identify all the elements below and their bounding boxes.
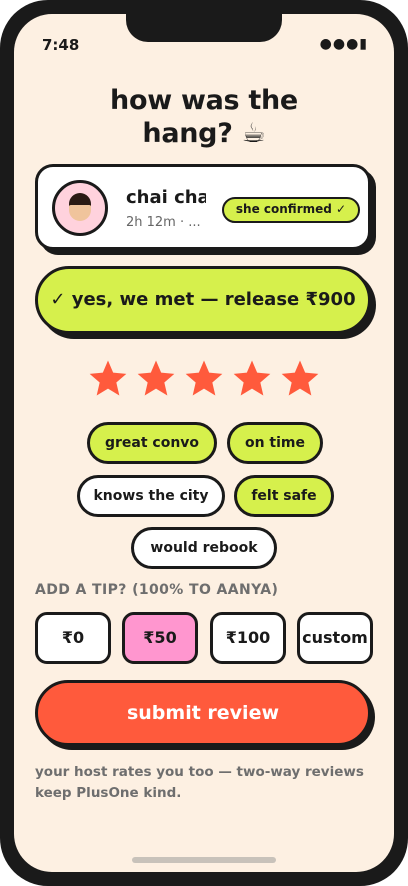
tip-option-custom[interactable]: custom xyxy=(297,612,373,664)
star-icon[interactable] xyxy=(184,358,224,398)
title-line-2: hang? ☕ xyxy=(142,118,266,149)
screen: 7:48 ●●●▮ how was the hang? ☕ chai cha 2… xyxy=(14,14,394,872)
tag-chip-knows-the-city[interactable]: knows the city xyxy=(77,475,225,517)
tag-chip-would-rebook[interactable]: would rebook xyxy=(131,527,277,569)
tip-option-50[interactable]: ₹50 xyxy=(122,612,198,664)
release-payment-button[interactable]: ✓ yes, we met — release ₹900 xyxy=(35,266,371,334)
home-indicator[interactable] xyxy=(132,857,276,863)
star-icon[interactable] xyxy=(136,358,176,398)
status-time: 7:48 xyxy=(42,36,80,54)
tag-chip-on-time[interactable]: on time xyxy=(227,422,323,464)
notch xyxy=(126,14,282,42)
host-card[interactable]: chai cha 2h 12m · ... she confirmed ✓ xyxy=(35,164,371,250)
host-meta: 2h 12m · ... xyxy=(126,215,201,230)
avatar-face xyxy=(69,205,91,221)
phone-frame: 7:48 ●●●▮ how was the hang? ☕ chai cha 2… xyxy=(0,0,408,886)
tip-option-0[interactable]: ₹0 xyxy=(35,612,111,664)
footnote: your host rates you too — two-way review… xyxy=(35,764,364,801)
host-name: chai cha xyxy=(126,187,206,208)
page-title: how was the hang? ☕ xyxy=(14,84,394,150)
star-icon[interactable] xyxy=(88,358,128,398)
avatar xyxy=(52,180,108,236)
tip-heading: ADD A TIP? (100% TO AANYA) xyxy=(35,582,279,598)
tag-chip-felt-safe[interactable]: felt safe xyxy=(234,475,334,517)
title-line-1: how was the xyxy=(110,85,298,116)
star-icon[interactable] xyxy=(232,358,272,398)
status-icons: ●●●▮ xyxy=(319,36,368,52)
tip-option-100[interactable]: ₹100 xyxy=(210,612,286,664)
star-icon[interactable] xyxy=(280,358,320,398)
star-rating[interactable] xyxy=(88,358,320,406)
confirmed-badge: she confirmed ✓ xyxy=(222,197,360,223)
submit-review-button[interactable]: submit review xyxy=(35,680,371,746)
tag-chip-great-convo[interactable]: great convo xyxy=(87,422,217,464)
